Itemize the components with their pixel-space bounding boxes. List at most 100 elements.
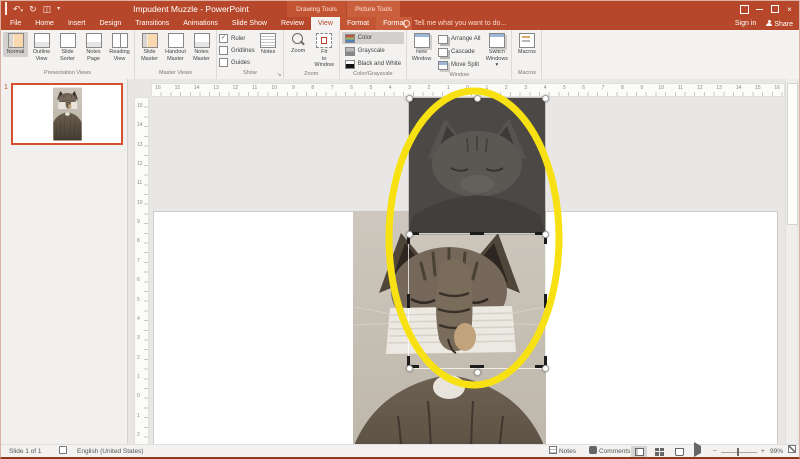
ruler-number: 4 [137,316,140,322]
save-icon[interactable] [5,5,7,14]
zoom-out-button[interactable]: − [713,445,717,459]
ruler-number: 11 [678,85,683,91]
ruler-number: 13 [213,85,219,91]
move-split-button[interactable]: Move Split [435,59,483,71]
normal-view-button[interactable] [631,446,647,458]
ruler-number: 6 [350,85,353,91]
cropped-picture-dimmed[interactable] [409,98,545,234]
arrange-all-button[interactable]: Arrange All [435,33,483,45]
crop-handle-left-center[interactable] [407,294,410,308]
ruler-number: 15 [755,85,761,91]
zoom-slider-thumb[interactable] [737,448,739,456]
switch-windows-button[interactable]: Switch Windows ▾ [484,32,509,70]
zoom-slider[interactable] [721,452,757,453]
bw-icon [345,60,355,69]
comments-toggle[interactable]: Comments [589,445,630,459]
selection-handle[interactable] [542,365,549,372]
zoom-level[interactable]: 99% [770,445,783,459]
ruler-number: 1 [137,374,140,380]
ruler-number: 15 [175,85,181,91]
sign-in-link[interactable]: Sign in [735,20,756,27]
checkbox-guides[interactable]: Guides [219,57,255,68]
crop-handle-right-center[interactable] [544,294,547,308]
vertical-ruler: 151413121110987654321012 [134,97,149,444]
tab-insert[interactable]: Insert [61,17,93,30]
notes-toggle[interactable]: Notes [549,445,576,459]
tab-review[interactable]: Review [274,17,311,30]
slide-sorter-view-button[interactable] [651,446,667,458]
ruler-number: 3 [524,85,527,91]
tab-design[interactable]: Design [92,17,128,30]
tab-home[interactable]: Home [28,17,61,30]
zoom-in-button[interactable]: + [761,445,765,459]
tab-view[interactable]: View [311,17,340,30]
fit-to-window-button[interactable]: Fit to Window [312,32,337,70]
slide-show-button[interactable] [691,446,707,458]
minimize-button[interactable] [752,1,767,17]
crop-handle-top-center[interactable] [470,232,484,235]
ribbon-group-presentation-views: NormalOutline ViewSlide SorterNotes Page… [1,30,135,79]
ruler-number: 9 [137,219,140,225]
macros-button[interactable]: Macros [514,32,539,57]
color-button[interactable]: Color [342,32,404,44]
selection-handle[interactable] [474,95,481,102]
selection-handle[interactable] [542,231,549,238]
vertical-scrollbar[interactable] [785,79,797,444]
notes-page-button[interactable]: Notes Page [81,32,106,63]
customize-qat-icon[interactable]: ▾ [57,6,60,12]
tell-me-box[interactable]: Tell me what you want to do... [403,17,506,30]
tab-animations[interactable]: Animations [176,17,225,30]
notes-master-button[interactable]: Notes Master [189,32,214,63]
ruler-number: 3 [137,335,140,341]
ribbon-display-options-icon[interactable]: ˆ [737,1,752,17]
ruler-number: 7 [137,258,140,264]
start-from-beginning-icon[interactable]: ◫ [43,5,52,14]
ruler-number: 10 [658,85,664,91]
window-title: Impudent Muzzle - PowerPoint [96,1,286,17]
tab-format-ctx1[interactable]: Format [340,17,376,30]
tab-file[interactable]: File [3,17,28,30]
selection-handle[interactable] [474,369,481,376]
doc-icon [34,33,50,48]
scrollbar-thumb[interactable] [787,83,798,225]
close-button[interactable]: × [782,1,797,17]
selection-handle[interactable] [406,365,413,372]
undo-icon[interactable]: ↶▾ [13,5,23,14]
language-status[interactable]: English (United States) [77,445,143,459]
selection-handle[interactable] [406,231,413,238]
slide-thumbnail-panel: 1 [1,79,128,444]
person-icon [766,20,772,26]
ruler-number: 9 [292,85,295,91]
share-button[interactable]: Share [766,20,793,28]
selection-handle[interactable] [542,95,549,102]
cascade-button[interactable]: Cascade [435,46,483,58]
dialog-launcher-icon[interactable]: ↘ [277,72,282,78]
redo-icon[interactable]: ↻ [29,5,37,14]
slide-count: Slide 1 of 1 [9,445,42,459]
outline-view-button[interactable]: Outline View [29,32,54,63]
slide-thumbnail[interactable] [11,83,123,145]
proofing-icon[interactable] [59,445,69,459]
fit-slide-to-window-button[interactable] [788,445,796,459]
selection-handle[interactable] [406,95,413,102]
reading-view-button[interactable] [671,446,687,458]
crop-region[interactable] [409,234,545,368]
checkbox-ruler[interactable]: ✓Ruler [219,33,255,44]
tab-slide-show[interactable]: Slide Show [225,17,274,30]
ruler-number: 1 [447,85,450,91]
slide-master-button[interactable]: Slide Master [137,32,162,63]
tab-transitions[interactable]: Transitions [128,17,176,30]
normal-button[interactable]: Normal [3,32,28,57]
reading-view-button[interactable]: Reading View [107,32,132,63]
new-window-button[interactable]: New Window [409,32,434,63]
slide-sorter-button[interactable]: Slide Sorter [55,32,80,63]
checkbox-gridlines[interactable]: Gridlines [219,45,255,56]
notes-button[interactable]: Notes [256,32,281,57]
grayscale-button[interactable]: Grayscale [342,45,404,57]
restore-button[interactable] [767,1,782,17]
zoom-button[interactable]: Zoom [286,32,311,56]
black-and-white-button[interactable]: Black and White [342,58,404,70]
crop-handle-bottom-center[interactable] [470,365,484,368]
handout-master-button[interactable]: Handout Master [163,32,188,63]
panes-icon [8,33,24,48]
